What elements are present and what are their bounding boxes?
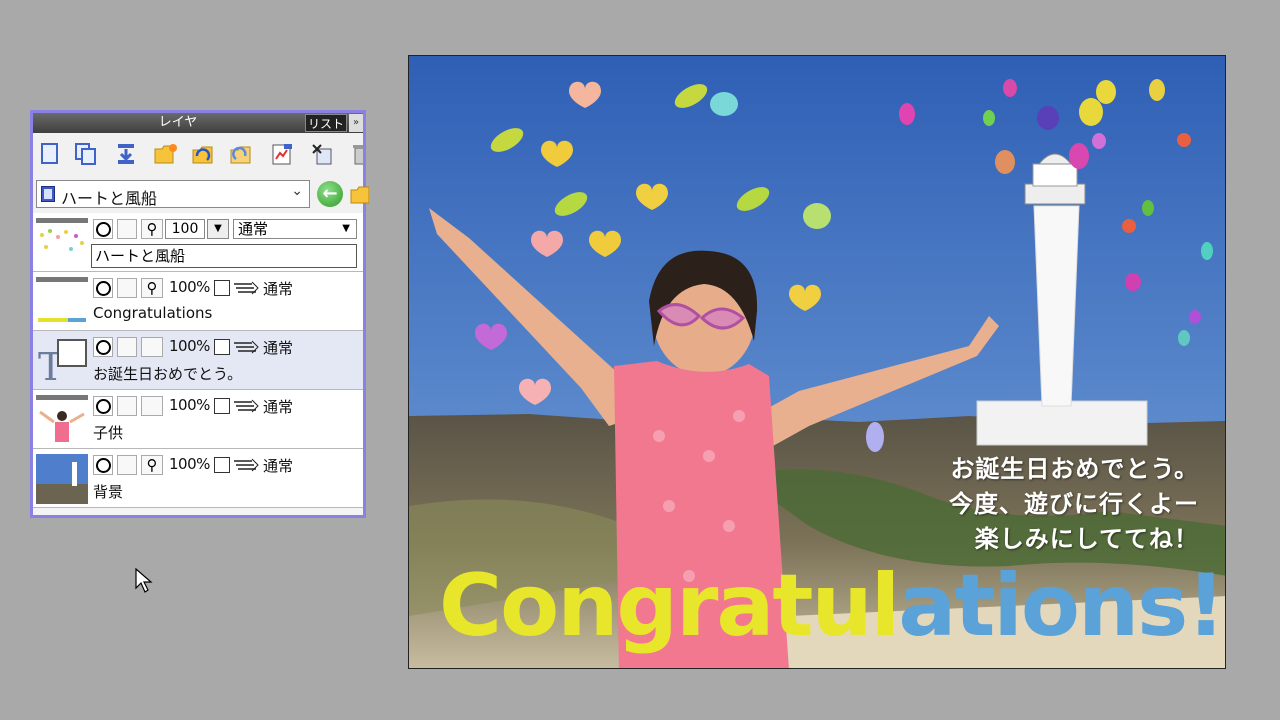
lock-toggle[interactable]	[117, 278, 137, 298]
blend-icon	[234, 399, 259, 413]
birthday-message: お誕生日おめでとう。 今度、遊びに行くよー 楽しみにしててね！	[949, 452, 1199, 557]
blend-mode-value: 通常	[263, 457, 294, 475]
visibility-toggle[interactable]	[93, 455, 113, 475]
lock-toggle[interactable]	[117, 219, 137, 239]
blend-mode-value: 通常	[263, 339, 294, 357]
panel-title: レイヤ	[158, 115, 198, 130]
opacity-value: 100%	[169, 337, 210, 355]
layer-property-icon[interactable]	[269, 141, 295, 167]
opacity-value: 100%	[169, 455, 210, 473]
layer-toolbar	[33, 133, 363, 176]
opacity-input[interactable]: 100	[165, 219, 205, 239]
layer-thumbnail	[36, 454, 88, 504]
layer-panel: レイヤ リスト » ハートと風船 ⌄ ← ⚲ 100 ▼ 通常 ▼ ハートと風船…	[30, 110, 370, 593]
blend-icon	[234, 340, 259, 354]
layer-thumbnail	[36, 395, 88, 445]
lock-toggle[interactable]	[117, 337, 137, 357]
blend-mode-select[interactable]: 通常 ▼	[233, 219, 357, 239]
chevron-down-icon: ⌄	[291, 183, 303, 199]
blend-mode-value: 通常	[263, 398, 294, 416]
banner-part-blue: ations!	[898, 556, 1225, 656]
banner-part-yellow: Congratul	[439, 556, 900, 656]
delete-layer-icon[interactable]	[309, 141, 335, 167]
opacity-value: 100%	[169, 278, 210, 296]
pin-slot[interactable]	[141, 337, 163, 357]
pin-icon[interactable]: ⚲	[141, 219, 163, 239]
layer-row-birthday-text[interactable]: T 100% 通常 お誕生日おめでとう。	[33, 331, 363, 390]
list-view-button[interactable]: リスト	[305, 114, 347, 132]
layer-row-background[interactable]: ⚲ 100% 通常 背景	[33, 449, 363, 508]
folder-up-icon[interactable]	[229, 141, 255, 167]
pin-slot[interactable]	[141, 396, 163, 416]
layer-row-child[interactable]: 100% 通常 子供	[33, 390, 363, 449]
opacity-dropdown[interactable]: ▼	[207, 219, 229, 239]
layer-row-hearts-balloons[interactable]: ⚲ 100 ▼ 通常 ▼ ハートと風船	[33, 213, 363, 272]
layer-name-input[interactable]: ハートと風船	[91, 244, 357, 268]
mouse-cursor-icon	[135, 568, 153, 593]
layer-thumbnail	[36, 277, 88, 327]
layer-name: 背景	[93, 483, 124, 501]
panel-menu-button[interactable]: »	[349, 114, 363, 132]
clip-checkbox[interactable]	[214, 280, 230, 296]
pin-icon[interactable]: ⚲	[141, 455, 163, 475]
visibility-toggle[interactable]	[93, 396, 113, 416]
layer-select-dropdown[interactable]: ハートと風船 ⌄	[36, 180, 310, 208]
blend-icon	[234, 458, 259, 472]
layer-name: 子供	[93, 424, 124, 442]
folder-icon[interactable]	[349, 183, 370, 205]
blend-mode-value: 通常	[263, 280, 294, 298]
layer-name: Congratulations	[93, 304, 213, 322]
green-arrow-left-icon[interactable]: ←	[317, 181, 343, 207]
layer-thumbnail	[36, 218, 88, 268]
clip-checkbox[interactable]	[214, 339, 230, 355]
new-folder-icon[interactable]	[153, 141, 179, 167]
layer-name: お誕生日おめでとう。	[93, 365, 243, 383]
congratulations-banner: Congratulations!	[439, 556, 1225, 656]
panel-titlebar[interactable]: レイヤ リスト »	[33, 113, 363, 133]
message-line-2: 今度、遊びに行くよー	[949, 490, 1199, 518]
opacity-value: 100%	[169, 396, 210, 414]
layer-row-congratulations[interactable]: ⚲ 100% 通常 Congratulations	[33, 272, 363, 331]
duplicate-layer-icon[interactable]	[73, 141, 99, 167]
pin-icon[interactable]: ⚲	[141, 278, 163, 298]
merge-down-icon[interactable]	[113, 141, 139, 167]
chevron-down-icon: ▼	[342, 223, 350, 234]
visibility-toggle[interactable]	[93, 219, 113, 239]
blend-icon	[234, 281, 259, 295]
layer-icon	[41, 186, 55, 202]
clip-checkbox[interactable]	[214, 398, 230, 414]
message-line-3: 楽しみにしててね！	[974, 525, 1199, 553]
visibility-toggle[interactable]	[93, 337, 113, 357]
clip-checkbox[interactable]	[214, 457, 230, 473]
image-canvas[interactable]: お誕生日おめでとう。 今度、遊びに行くよー 楽しみにしててね！ Congratu…	[408, 55, 1226, 669]
new-layer-icon[interactable]	[37, 141, 63, 167]
selected-layer-name: ハートと風船	[61, 189, 158, 208]
text-layer-icon: T	[36, 336, 88, 386]
layer-select-row: ハートと風船 ⌄ ←	[33, 175, 370, 214]
trash-icon[interactable]	[349, 141, 363, 167]
folder-open-icon[interactable]	[191, 141, 217, 167]
visibility-toggle[interactable]	[93, 278, 113, 298]
message-line-1: お誕生日おめでとう。	[950, 455, 1199, 483]
blend-mode-value: 通常	[238, 220, 269, 238]
lock-toggle[interactable]	[117, 396, 137, 416]
lock-toggle[interactable]	[117, 455, 137, 475]
